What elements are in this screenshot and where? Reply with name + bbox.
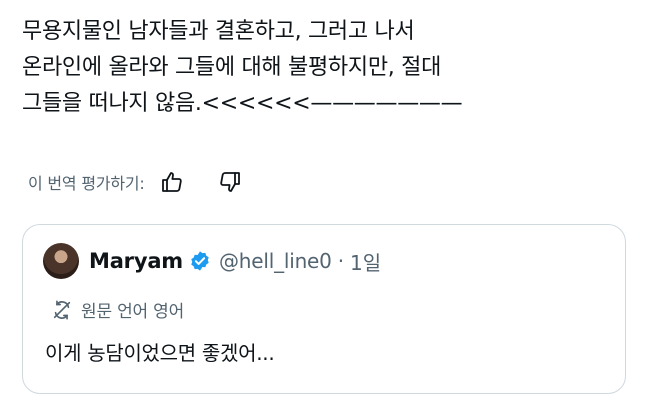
verified-badge-icon	[189, 250, 211, 272]
author-handle[interactable]: @hell_line0	[219, 249, 332, 273]
post-timestamp[interactable]: 1일	[350, 247, 381, 276]
rate-like-button[interactable]	[157, 167, 187, 197]
translation-notice[interactable]: 원문 언어 영어	[51, 297, 184, 322]
translate-icon	[53, 299, 71, 320]
translation-label: 원문 언어 영어	[81, 302, 185, 322]
rate-translation-label: 이 번역 평가하기:	[28, 174, 145, 193]
post-body: 무용지물인 남자들과 결혼하고, 그러고 나서 온라인에 올라와 그들에 대해 …	[22, 14, 622, 122]
translation-rating: 이 번역 평가하기:	[28, 166, 245, 198]
avatar[interactable]	[43, 243, 79, 279]
meta-separator: ·	[337, 249, 345, 273]
quoted-post-header: Maryam @hell_line0 · 1일	[43, 241, 381, 281]
quoted-post-card[interactable]: Maryam @hell_line0 · 1일 원문 언어 영어 이게 농담이었…	[22, 224, 626, 394]
rate-dislike-button[interactable]	[215, 167, 245, 197]
thumbs-up-icon	[161, 172, 182, 192]
author-name[interactable]: Maryam	[89, 249, 183, 273]
thumbs-down-icon	[219, 172, 240, 192]
quoted-post-text: 이게 농담이었으면 좋겠어...	[45, 341, 275, 365]
post-text-line-2: 온라인에 올라와 그들에 대해 불평하지만, 절대	[22, 55, 442, 80]
post-text-line-3: 그들을 떠나지 않음.<<<<<<———————	[22, 91, 463, 116]
post-text-line-1: 무용지물인 남자들과 결혼하고, 그러고 나서	[22, 19, 415, 44]
